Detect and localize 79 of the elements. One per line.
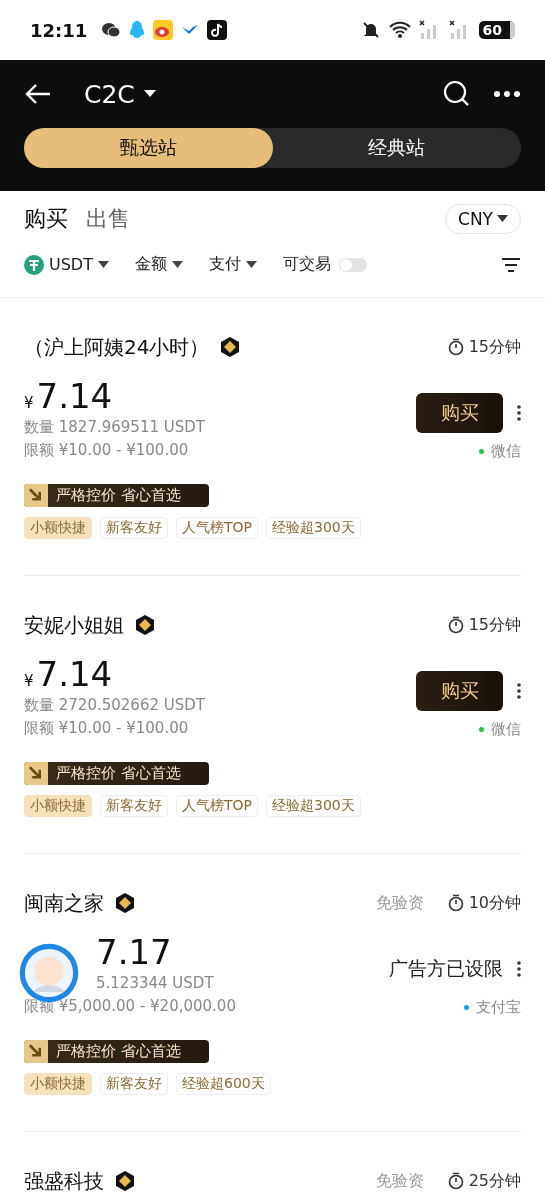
eye-logo-icon [153,20,174,40]
status-time: 12:11 [30,19,88,41]
currency-symbol: ¥ [24,672,34,690]
caret-icon [142,89,157,99]
merchant-name[interactable]: 强盛科技 [24,1167,104,1195]
payment-time: 15分钟 [468,614,521,636]
caret-icon [497,215,508,223]
payment-time: 10分钟 [468,892,521,914]
tag: 人气榜TOP [176,517,258,539]
tag: 经验超600天 [176,1073,271,1095]
penguin-icon [129,20,146,40]
buy-button[interactable]: 购买 [416,393,503,433]
quantity-text: 5.123344 USDT [95,973,215,994]
timer-icon [447,616,464,634]
diamond-badge-icon [114,1170,136,1192]
diamond-badge-icon [114,892,136,914]
tag: 新客友好 [100,1073,168,1095]
restriction-notice: 广告方已设限 [389,956,503,981]
diamond-badge-icon [134,614,156,636]
no-verify-label: 免验资 [375,892,424,914]
limit-text: 限额 ¥10.00 - ¥100.00 [24,440,190,461]
payment-time: 15分钟 [468,336,521,358]
music-note-icon [207,20,228,40]
limit-text: 限额 ¥10.00 - ¥100.00 [24,718,190,739]
timer-icon [447,1172,464,1190]
more-icon[interactable] [517,961,521,977]
quantity-text: 数量 2720.502662 USDT [24,695,206,716]
back-arrow-icon[interactable] [24,82,52,106]
buy-button[interactable]: 购买 [416,671,503,711]
chat-bubbles-icon [101,22,122,38]
timer-icon [447,338,464,356]
search-icon[interactable] [443,80,471,108]
tag: 新客友好 [100,517,168,539]
caret-icon [97,260,109,269]
timer-icon [447,894,464,912]
promo-text: 严格控价 省心首选 [56,1042,181,1061]
currency-symbol: ¥ [24,394,34,412]
price: 7.14 [36,654,113,694]
bell-muted-icon [360,20,381,40]
filter-icon[interactable] [501,256,521,273]
no-verify-label: 免验资 [375,1170,424,1192]
station-tab[interactable]: 甄选站 [24,128,273,168]
promo-text: 严格控价 省心首选 [56,764,181,783]
tag: 小额快捷 [24,1073,92,1095]
tag: 人气榜TOP [176,795,258,817]
price: 7.14 [36,376,113,416]
payment-method: 支付宝 [476,998,521,1017]
toggle-label: 可交易 [282,254,331,275]
more-icon[interactable] [493,90,521,98]
payment-time: 25分钟 [468,1170,521,1192]
tag: 新客友好 [100,795,168,817]
quantity-text: 数量 1827.969511 USDT [24,417,206,438]
coin-filter[interactable]: USDT [24,254,109,275]
toggle-switch[interactable] [338,257,367,272]
trade-tab[interactable]: 购买 [24,204,68,234]
promo-text: 严格控价 省心首选 [56,486,181,505]
caret-icon [245,260,257,269]
tag: 经验超300天 [266,795,361,817]
battery-indicator: 60 [478,21,515,39]
station-tab[interactable]: 经典站 [272,128,521,168]
diamond-badge-icon [219,336,242,358]
payment-method: 微信 [491,720,521,739]
merchant-name[interactable]: （沪上阿姨24小时） [24,333,210,361]
title-dropdown[interactable]: C2C [84,79,157,109]
filter-dropdown[interactable]: 支付 [208,254,257,275]
more-icon[interactable] [517,683,521,699]
payment-method: 微信 [491,442,521,461]
more-icon[interactable] [517,405,521,421]
tag: 小额快捷 [24,517,92,539]
filter-dropdown[interactable]: 金额 [134,254,183,275]
caret-icon [171,260,183,269]
wifi-icon [388,21,411,39]
tag: 小额快捷 [24,795,92,817]
tag: 经验超300天 [266,517,361,539]
trade-tab[interactable]: 出售 [86,204,130,234]
coin-icon [24,254,44,275]
merchant-name[interactable]: 闽南之家 [24,889,104,917]
price: 7.17 [96,932,172,972]
merchant-name[interactable]: 安妮小姐姐 [24,611,124,639]
